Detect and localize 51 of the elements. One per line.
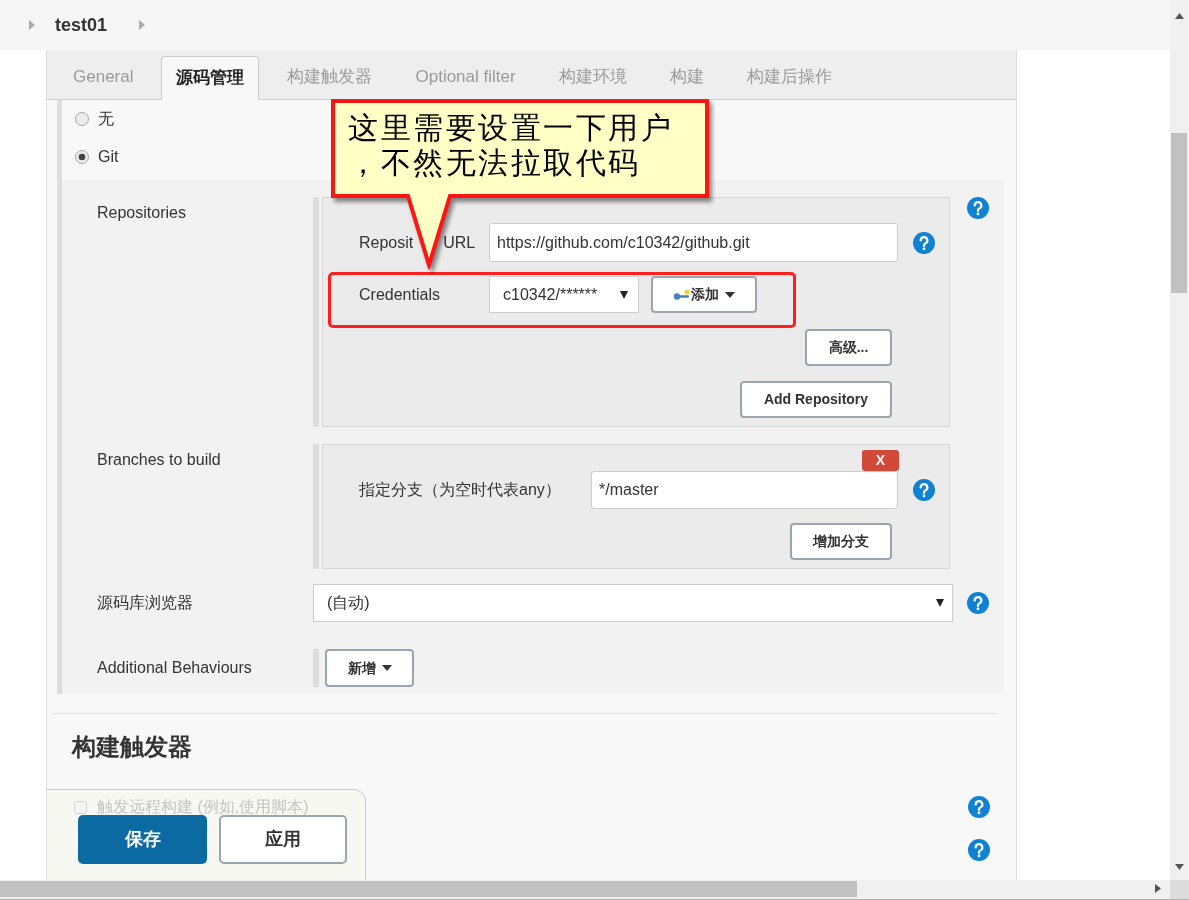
scroll-down-icon[interactable] <box>1175 864 1184 870</box>
add-credentials-button[interactable]: 添加 <box>651 276 757 313</box>
repository-browser-dropdown[interactable]: (自动) <box>313 584 953 622</box>
field-label: 源码库浏览器 <box>97 593 194 613</box>
help-icon[interactable] <box>967 197 989 219</box>
field-label: Branches to build <box>97 450 222 470</box>
save-button[interactable]: 保存 <box>78 815 207 864</box>
field-label: Credentials <box>359 284 441 305</box>
help-icon[interactable] <box>913 231 935 254</box>
triangle-right-icon <box>139 20 146 30</box>
section-heading: 构建触发器 <box>70 732 193 762</box>
field-label: Repositories <box>97 203 187 223</box>
key-icon <box>673 288 691 301</box>
help-icon[interactable] <box>968 796 990 818</box>
scrollbar-corner <box>1170 880 1189 899</box>
apply-button[interactable]: 应用 <box>219 815 347 864</box>
tab[interactable]: 源码管理 <box>161 56 260 100</box>
caret-icon <box>725 291 735 298</box>
callout-text: 这里需要设置一下用户 <box>348 110 673 145</box>
add-branch-button[interactable]: 增加分支 <box>790 523 892 560</box>
help-icon[interactable] <box>967 592 989 614</box>
field-label: Additional Behaviours <box>97 658 253 678</box>
help-icon[interactable] <box>968 839 990 861</box>
dropdown-arrow-icon <box>620 290 628 299</box>
scroll-right-icon[interactable] <box>1155 884 1161 893</box>
triangle-right-icon <box>29 20 35 30</box>
add-behaviour-button[interactable]: 新增 <box>325 649 414 687</box>
repository-url-field[interactable]: https://github.com/c10342/github.git <box>489 223 898 262</box>
scrollbar-thumb[interactable] <box>0 881 857 897</box>
horizontal-scrollbar[interactable] <box>0 880 1189 900</box>
radio-button[interactable] <box>75 150 89 164</box>
add-repository-button[interactable]: Add Repository <box>740 381 892 418</box>
caret-icon <box>381 665 392 671</box>
scrollbar-thumb[interactable] <box>1171 133 1187 293</box>
radio-button[interactable] <box>75 112 89 126</box>
field-label: 指定分支（为空时代表any） <box>359 480 562 500</box>
branch-specifier-field[interactable]: */master <box>591 471 898 509</box>
dropdown-arrow-icon <box>936 599 944 607</box>
option-label: 无 <box>98 109 114 129</box>
scroll-up-icon[interactable] <box>1175 13 1184 19</box>
breadcrumb-link[interactable]: test01 <box>55 11 108 39</box>
checkbox[interactable] <box>74 800 87 814</box>
vertical-scrollbar[interactable] <box>1170 0 1189 880</box>
delete-button[interactable]: X <box>862 450 899 471</box>
help-icon[interactable] <box>913 479 935 501</box>
advanced-button[interactable]: 高级... <box>805 329 892 366</box>
credentials-dropdown[interactable]: c10342/****** <box>489 276 639 313</box>
field-label: Reposit <box>359 232 414 253</box>
field-label: URL <box>443 232 476 253</box>
callout-text: ，不然无法拉取代码 <box>348 145 642 180</box>
option-label: Git <box>98 147 119 167</box>
